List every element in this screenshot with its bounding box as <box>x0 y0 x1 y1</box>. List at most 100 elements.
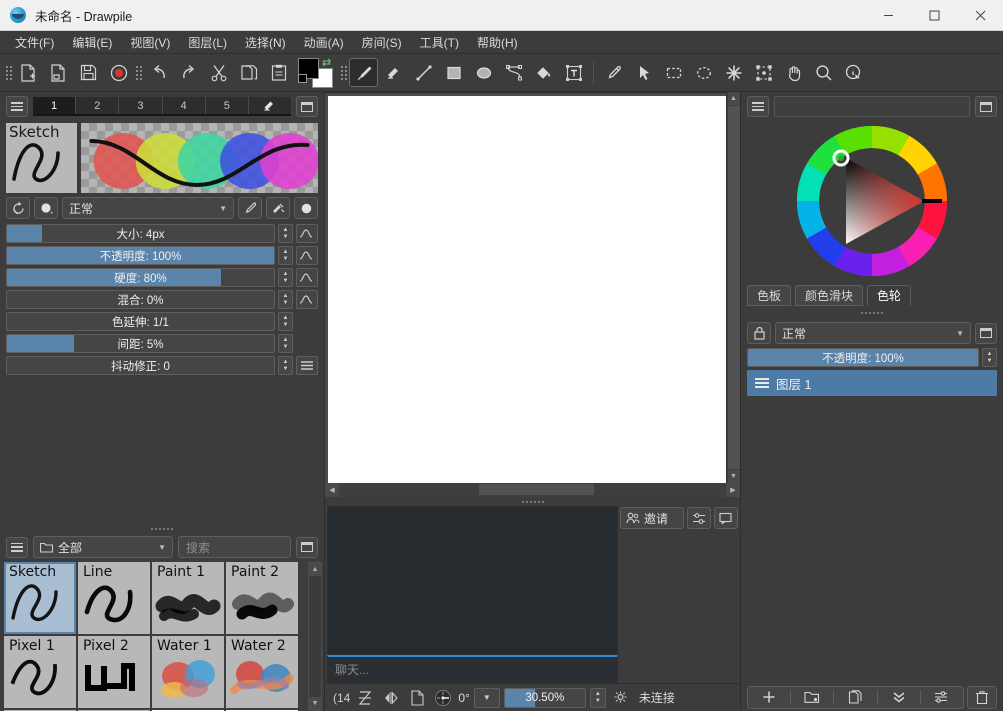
lock-icon[interactable] <box>747 322 771 344</box>
rectangle-icon[interactable] <box>439 58 468 87</box>
paste-icon[interactable] <box>264 58 293 87</box>
eyedropper-icon[interactable] <box>238 197 262 219</box>
library-float-window-icon[interactable] <box>296 536 318 558</box>
slider-settings-icon[interactable] <box>296 356 318 375</box>
cut-icon[interactable] <box>204 58 233 87</box>
round-dab-icon[interactable] <box>294 197 318 219</box>
color-wheel-icon[interactable] <box>741 121 1003 281</box>
brush-icon[interactable] <box>349 58 378 87</box>
redo-icon[interactable] <box>174 58 203 87</box>
undo-icon[interactable] <box>144 58 173 87</box>
toolbar-grip-tools[interactable] <box>339 62 348 84</box>
size-slider[interactable]: 大小: 4px <box>6 224 275 243</box>
tab-palette[interactable]: 色板 <box>747 285 792 306</box>
current-brush-thumbnail[interactable]: Sketch <box>6 123 77 193</box>
menu-session[interactable]: 房间(S) <box>353 31 411 54</box>
spacing-slider[interactable]: 间距: 5% <box>6 334 275 353</box>
menu-edit[interactable]: 编辑(E) <box>63 31 121 54</box>
lasso-select-icon[interactable] <box>689 58 718 87</box>
copy-icon[interactable] <box>234 58 263 87</box>
canvas-size-icon[interactable] <box>406 687 428 709</box>
canvas-scroll-right-icon[interactable]: ▶ <box>726 483 740 497</box>
flip-vertical-icon[interactable] <box>354 687 376 709</box>
open-icon[interactable] <box>44 58 73 87</box>
rotation-combo[interactable]: ▼ <box>473 687 500 708</box>
brush-slot-2[interactable]: 2 <box>76 97 120 114</box>
stabilizer-slider[interactable]: 抖动修正: 0 <box>6 356 275 375</box>
scroll-down-icon[interactable]: ▼ <box>309 697 321 710</box>
menu-select[interactable]: 选择(N) <box>236 31 295 54</box>
text-icon[interactable] <box>559 58 588 87</box>
merge-layer-button[interactable] <box>878 687 920 708</box>
brush-slot-4[interactable]: 4 <box>163 97 206 114</box>
canvas-vertical-scrollbar[interactable]: ▲ ▼ <box>726 92 740 483</box>
hardness-curve-icon[interactable] <box>296 268 318 287</box>
brush-item-sketch[interactable]: Sketch <box>4 562 76 634</box>
zoom-spinner[interactable]: ▲ ▼ <box>589 687 606 708</box>
smudge-slider[interactable]: 混合: 0% <box>6 290 275 309</box>
canvas-scroll-down-icon[interactable]: ▼ <box>727 470 740 483</box>
brush-library-scrollbar[interactable]: ▲ ▼ <box>308 562 322 711</box>
ellipse-icon[interactable] <box>469 58 498 87</box>
menu-file[interactable]: 文件(F) <box>6 31 63 54</box>
opacity-spinner[interactable]: ▲ ▼ <box>278 246 293 265</box>
line-icon[interactable] <box>409 58 438 87</box>
new-icon[interactable] <box>14 58 43 87</box>
resmudge-spinner[interactable]: ▲ ▼ <box>278 312 293 331</box>
brush-filter-combo[interactable]: 全部 ▼ <box>33 536 173 558</box>
menu-tools[interactable]: 工具(T) <box>411 31 468 54</box>
menu-layer[interactable]: 图层(L) <box>179 31 236 54</box>
float-window-icon[interactable] <box>296 96 318 117</box>
mirror-horizontal-icon[interactable] <box>380 687 402 709</box>
brush-slot-3[interactable]: 3 <box>119 97 163 114</box>
size-curve-icon[interactable] <box>296 224 318 243</box>
smudge-curve-icon[interactable] <box>296 290 318 309</box>
stabilizer-spinner[interactable]: ▲ ▼ <box>278 356 293 375</box>
color-swatch-widget[interactable]: ⇄ <box>298 56 334 88</box>
save-icon[interactable] <box>74 58 103 87</box>
library-hamburger-icon[interactable] <box>6 536 28 558</box>
layer-blend-mode-combo[interactable]: 正常 ▼ <box>775 322 971 344</box>
bezier-icon[interactable] <box>499 58 528 87</box>
canvas-horizontal-scrollbar[interactable]: ◀ ▶ <box>325 483 740 497</box>
size-spinner[interactable]: ▲ ▼ <box>278 224 293 243</box>
invite-button[interactable]: 邀请 <box>620 507 684 529</box>
duplicate-layer-button[interactable] <box>834 687 876 708</box>
swap-colors-icon[interactable]: ⇄ <box>322 56 331 69</box>
smudge-spinner[interactable]: ▲ ▼ <box>278 290 293 309</box>
layer-opacity-spinner[interactable]: ▲ ▼ <box>982 348 997 367</box>
layer-properties-button[interactable] <box>921 687 963 708</box>
brush-item-paint2[interactable]: Paint 2 <box>226 562 298 634</box>
spacing-spinner[interactable]: ▲ ▼ <box>278 334 293 353</box>
menu-help[interactable]: 帮助(H) <box>468 31 527 54</box>
toolbar-grip-file[interactable] <box>4 62 13 84</box>
chat-window-icon[interactable] <box>714 507 738 529</box>
rect-select-icon[interactable] <box>659 58 688 87</box>
right-dock-splitter[interactable] <box>741 308 1003 318</box>
hardness-slider[interactable]: 硬度: 80% <box>6 268 275 287</box>
tab-sliders[interactable]: 颜色滑块 <box>795 285 864 306</box>
menu-view[interactable]: 视图(V) <box>121 31 179 54</box>
resmudge-slider[interactable]: 色延伸: 1/1 <box>6 312 275 331</box>
add-group-button[interactable] <box>791 687 833 708</box>
hamburger-icon[interactable] <box>6 96 28 117</box>
zoom-field[interactable]: 30.50% <box>503 687 586 708</box>
magic-wand-icon[interactable] <box>719 58 748 87</box>
close-button[interactable] <box>957 0 1003 31</box>
color-picker-icon[interactable] <box>599 58 628 87</box>
inspector-icon[interactable] <box>839 58 868 87</box>
brush-item-pixel2[interactable]: Pixel 2 <box>78 636 150 708</box>
brush-search-input[interactable]: 搜索 <box>178 536 291 558</box>
dock-splitter[interactable] <box>0 524 324 534</box>
color-hamburger-icon[interactable] <box>747 96 769 117</box>
brush-item-water2[interactable]: Water 2 <box>226 636 298 708</box>
blend-mode-combo[interactable]: 正常 ▼ <box>62 197 234 219</box>
menu-animation[interactable]: 动画(A) <box>295 31 353 54</box>
layer-item-1[interactable]: 图层 1 <box>747 370 997 396</box>
tab-wheel[interactable]: 色轮 <box>867 285 912 306</box>
eraser-slot-icon[interactable] <box>249 97 291 114</box>
session-settings-icon[interactable] <box>687 507 711 529</box>
scroll-up-icon[interactable]: ▲ <box>309 563 321 576</box>
maximize-button[interactable] <box>911 0 957 31</box>
mini-foreground-swatch[interactable] <box>298 73 307 83</box>
